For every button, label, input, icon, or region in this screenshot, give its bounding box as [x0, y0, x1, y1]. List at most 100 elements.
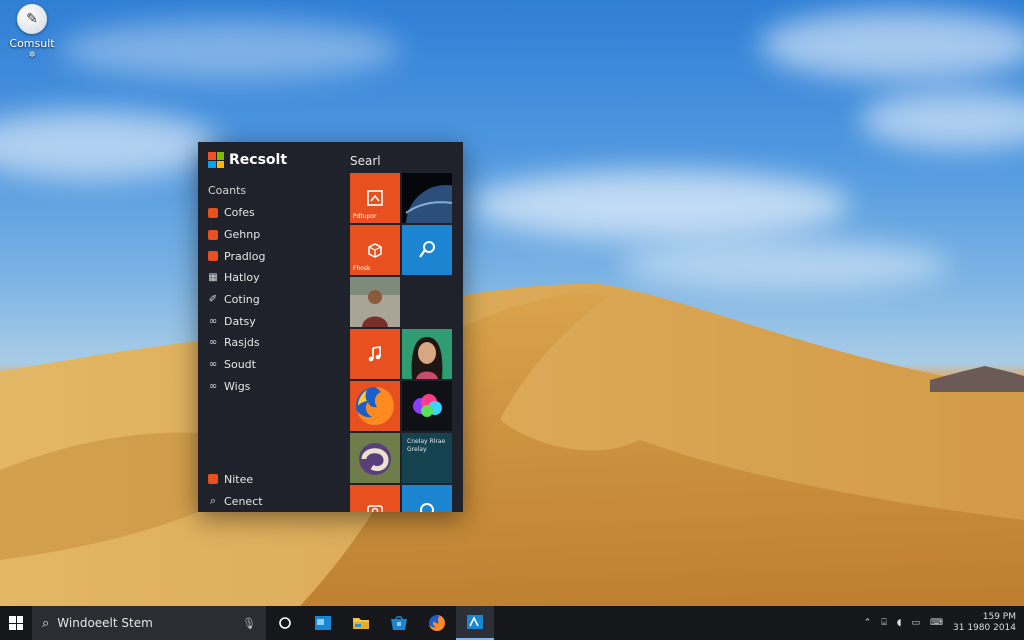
- taskbar-app-store[interactable]: [380, 606, 418, 640]
- photo-frame-icon: [367, 190, 383, 206]
- start-menu-list: Coants Cofes Gehnp Pradlog ▦ Hatloy ✐ Coti…: [208, 180, 338, 397]
- tiles-search-label[interactable]: Searl: [350, 154, 381, 168]
- tile-store[interactable]: Fhosk: [350, 225, 400, 275]
- desktop-shortcut[interactable]: ✎ Comsult ✲: [6, 4, 58, 59]
- tile-person-photo[interactable]: [350, 277, 400, 327]
- firefox-icon: [429, 615, 445, 631]
- list-item-label: Wigs: [224, 379, 251, 393]
- grid-icon: ▦: [208, 272, 218, 284]
- app-window-icon: [467, 615, 483, 629]
- orange-square-icon: [208, 474, 218, 484]
- taskbar-app-active[interactable]: [456, 606, 494, 640]
- clock-time: 159 PM: [982, 612, 1016, 622]
- start-menu-bottom-list: Nitee ⌕ Cenect: [208, 468, 263, 512]
- keyboard-icon[interactable]: ⌨: [930, 618, 943, 628]
- camera-icon: [367, 505, 383, 512]
- link-icon: ∞: [208, 315, 218, 327]
- sand-dunes: [0, 283, 1024, 606]
- list-item-pradlog[interactable]: Pradlog: [208, 245, 338, 267]
- person-photo-icon: [350, 277, 400, 327]
- list-item-rasjds[interactable]: ∞ Rasjds: [208, 332, 338, 354]
- chevron-up-icon[interactable]: ⌃: [864, 618, 872, 628]
- list-item-coting[interactable]: ✐ Coting: [208, 289, 338, 311]
- key-p-icon: [419, 241, 435, 258]
- taskbar: ⌕ Windoeelt Stem 🎙︎ ⌃ ⌸ ◖ ▭ ⌨ 159 PM 31 …: [0, 606, 1024, 640]
- tile-camera[interactable]: [350, 485, 400, 512]
- list-item-cofes[interactable]: Cofes: [208, 202, 338, 224]
- text-tile-icon: Cnelay Rlrae Grelay: [407, 438, 446, 453]
- list-item-label: Soudt: [224, 358, 256, 372]
- brand-name: Recsolt: [229, 152, 288, 168]
- list-item-label: Pradlog: [224, 249, 266, 263]
- tile-swirl[interactable]: [350, 433, 400, 483]
- link-icon: ∞: [208, 337, 218, 349]
- tile-firefox[interactable]: [350, 381, 400, 431]
- start-button[interactable]: [0, 606, 32, 640]
- volume-icon[interactable]: ◖: [897, 618, 902, 628]
- tile-caption: Fhosk: [353, 265, 371, 272]
- system-tray: ⌃ ⌸ ◖ ▭ ⌨ 159 PM 31 1980 2014: [864, 612, 1024, 634]
- shortcut-icon: ✎: [17, 4, 47, 34]
- list-item-label: Gehnp: [224, 228, 261, 242]
- shortcut-label: Comsult: [9, 37, 55, 50]
- link-icon: ∞: [208, 380, 218, 392]
- music-icon: [368, 346, 381, 362]
- pen-icon: ✐: [208, 294, 218, 306]
- list-heading: Coants: [208, 184, 247, 197]
- list-item-wigs[interactable]: ∞ Wigs: [208, 376, 338, 398]
- shortcut-sublabel: ✲: [28, 50, 36, 59]
- list-item-nitee[interactable]: Nitee: [208, 468, 263, 490]
- tile-caption: Pdtupor: [353, 213, 377, 220]
- taskbar-search-box[interactable]: ⌕ Windoeelt Stem 🎙︎: [32, 606, 266, 640]
- tile-earth[interactable]: [402, 173, 452, 223]
- cortana-circle-icon: [279, 617, 291, 629]
- box-icon: [368, 243, 382, 258]
- list-item-label: Cofes: [224, 206, 255, 220]
- taskbar-app-firefox[interactable]: [418, 606, 456, 640]
- orange-square-icon: [208, 251, 218, 262]
- microsoft-logo-icon: [208, 152, 224, 168]
- cortana-button[interactable]: [266, 606, 304, 640]
- list-item-label: Cenect: [224, 494, 263, 508]
- clock-date: 31 1980 2014: [953, 623, 1016, 633]
- search-icon: ⌕: [42, 615, 50, 631]
- list-item-gehnp[interactable]: Gehnp: [208, 224, 338, 246]
- list-item-label: Hatloy: [224, 271, 260, 285]
- link-icon: ∞: [208, 359, 218, 371]
- list-item-label: Coting: [224, 293, 260, 307]
- tile-text[interactable]: Cnelay Rlrae Grelay: [402, 433, 452, 483]
- earth-space-icon: [402, 173, 452, 223]
- list-item-cenect[interactable]: ⌕ Cenect: [208, 490, 263, 512]
- list-item-hatloy[interactable]: ▦ Hatloy: [208, 267, 338, 289]
- circle-icon: [420, 503, 434, 512]
- tile-circle-app[interactable]: [402, 485, 452, 512]
- firefox-icon: [356, 387, 394, 425]
- woman-portrait-icon: [402, 329, 452, 379]
- tile-key[interactable]: [402, 225, 452, 275]
- battery-icon[interactable]: ▭: [912, 618, 921, 628]
- network-icon[interactable]: ⌸: [881, 618, 886, 628]
- start-menu: Recsolt Searl Coants Cofes Gehnp Pradlog…: [198, 142, 463, 512]
- folder-icon: [353, 618, 369, 629]
- list-item-label: Datsy: [224, 314, 256, 328]
- desktop-wallpaper: ✎ Comsult ✲: [0, 0, 1024, 606]
- tile-portrait[interactable]: [402, 329, 452, 379]
- search-placeholder: Windoeelt Stem: [57, 616, 153, 630]
- store-icon: [391, 615, 407, 630]
- abstract-swirl-icon: [350, 433, 400, 483]
- windows-logo-icon: [9, 616, 23, 630]
- microphone-icon[interactable]: 🎙︎: [242, 617, 256, 630]
- orange-square-icon: [208, 207, 218, 218]
- taskbar-app-edge[interactable]: [304, 606, 342, 640]
- tile-photos[interactable]: Pdtupor: [350, 173, 400, 223]
- list-item-label: Nitee: [224, 472, 254, 486]
- list-item-soudt[interactable]: ∞ Soudt: [208, 354, 338, 376]
- orange-square-icon: [208, 229, 218, 240]
- tile-music[interactable]: [350, 329, 400, 379]
- start-menu-brand: Recsolt: [208, 152, 287, 168]
- list-item-datsy[interactable]: ∞ Datsy: [208, 310, 338, 332]
- taskbar-app-file-explorer[interactable]: [342, 606, 380, 640]
- tile-colorful-app[interactable]: [402, 381, 452, 431]
- search-icon: ⌕: [209, 494, 217, 507]
- clock[interactable]: 159 PM 31 1980 2014: [953, 612, 1016, 634]
